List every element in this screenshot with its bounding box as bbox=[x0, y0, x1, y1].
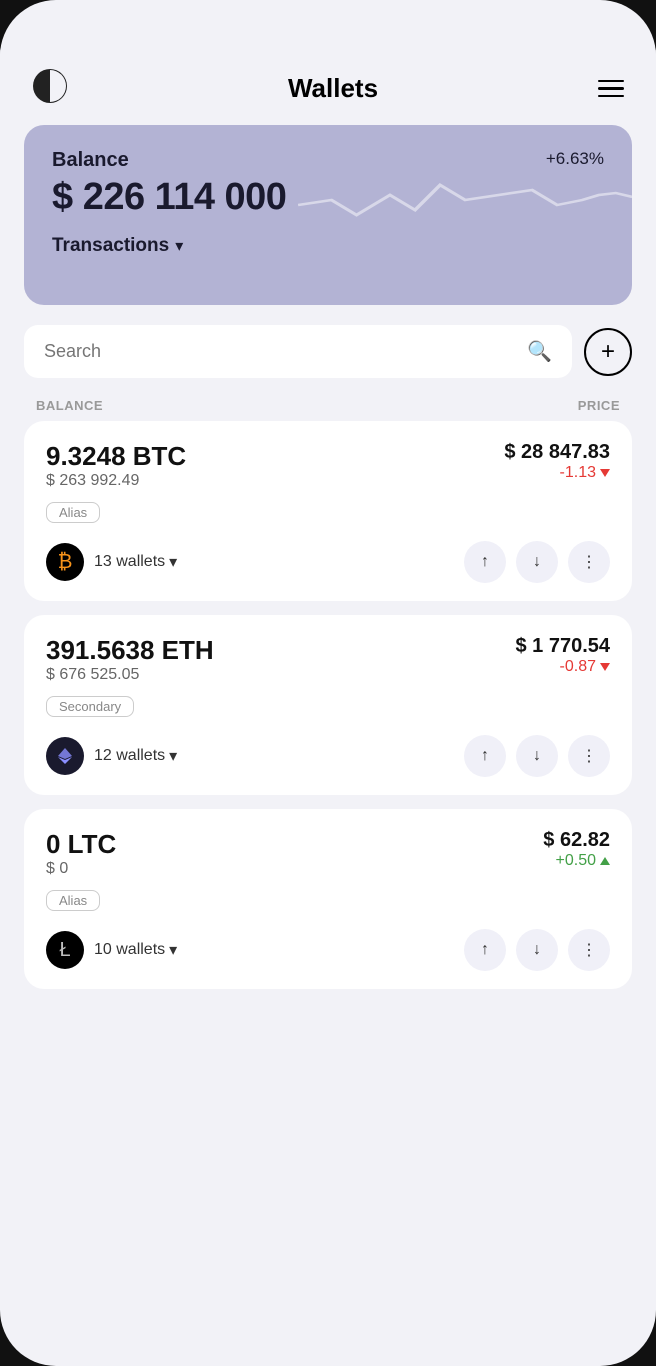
hamburger-menu-button[interactable] bbox=[598, 80, 624, 98]
chevron-down-icon: ▾ bbox=[169, 746, 177, 766]
ltc-action-buttons: ↑ ↓ ⋮ bbox=[464, 929, 610, 971]
btc-change: -1.13 bbox=[504, 464, 610, 482]
ltc-receive-button[interactable]: ↓ bbox=[516, 929, 558, 971]
ltc-balance-usd: $ 0 bbox=[46, 860, 116, 878]
ltc-price: $ 62.82 bbox=[543, 829, 610, 852]
balance-chart bbox=[298, 165, 632, 245]
ltc-alias-badge[interactable]: Alias bbox=[46, 890, 100, 911]
balance-label: Balance bbox=[52, 149, 129, 172]
chevron-down-icon: ▾ bbox=[175, 236, 183, 256]
ltc-change: +0.50 bbox=[543, 852, 610, 870]
btc-send-button[interactable]: ↑ bbox=[464, 541, 506, 583]
eth-action-buttons: ↑ ↓ ⋮ bbox=[464, 735, 610, 777]
crypto-list: 9.3248 BTC $ 263 992.49 $ 28 847.83 -1.1… bbox=[0, 421, 656, 1013]
btc-coin-info: ₿ 13 wallets ▾ bbox=[46, 543, 177, 581]
btc-icon: ₿ bbox=[46, 543, 84, 581]
ltc-wallets-count: 10 wallets ▾ bbox=[94, 940, 177, 960]
eth-more-button[interactable]: ⋮ bbox=[568, 735, 610, 777]
chevron-down-icon: ▾ bbox=[169, 940, 177, 960]
column-headers: BALANCE PRICE bbox=[0, 386, 656, 421]
search-icon: 🔍 bbox=[527, 339, 552, 364]
eth-alias-badge[interactable]: Secondary bbox=[46, 696, 134, 717]
balance-column-header: BALANCE bbox=[36, 398, 103, 413]
eth-icon bbox=[46, 737, 84, 775]
eth-balance-usd: $ 676 525.05 bbox=[46, 666, 214, 684]
add-wallet-button[interactable]: + bbox=[584, 328, 632, 376]
btc-price: $ 28 847.83 bbox=[504, 441, 610, 464]
btc-balance-amount: 9.3248 BTC bbox=[46, 441, 186, 472]
ltc-balance-amount: 0 LTC bbox=[46, 829, 116, 860]
down-arrow-icon bbox=[600, 663, 610, 671]
chevron-down-icon: ▾ bbox=[169, 552, 177, 572]
eth-change: -0.87 bbox=[515, 658, 610, 676]
app-container: Wallets Balance +6.63% $ 226 114 000 Tra… bbox=[0, 48, 656, 1013]
eth-receive-button[interactable]: ↓ bbox=[516, 735, 558, 777]
search-bar: 🔍 bbox=[24, 325, 572, 378]
eth-send-button[interactable]: ↑ bbox=[464, 735, 506, 777]
search-section: 🔍 + bbox=[0, 325, 656, 386]
crypto-card-btc: 9.3248 BTC $ 263 992.49 $ 28 847.83 -1.1… bbox=[24, 421, 632, 601]
phone-frame: Wallets Balance +6.63% $ 226 114 000 Tra… bbox=[0, 0, 656, 1366]
search-input[interactable] bbox=[44, 341, 517, 362]
btc-balance-usd: $ 263 992.49 bbox=[46, 472, 186, 490]
btc-wallets-count: 13 wallets ▾ bbox=[94, 552, 177, 572]
ltc-send-button[interactable]: ↑ bbox=[464, 929, 506, 971]
ltc-icon: Ł bbox=[46, 931, 84, 969]
eth-price: $ 1 770.54 bbox=[515, 635, 610, 658]
ltc-coin-info: Ł 10 wallets ▾ bbox=[46, 931, 177, 969]
btc-action-buttons: ↑ ↓ ⋮ bbox=[464, 541, 610, 583]
logo-icon bbox=[32, 68, 68, 109]
up-arrow-icon bbox=[600, 857, 610, 865]
page-title: Wallets bbox=[288, 73, 378, 104]
eth-wallets-count: 12 wallets ▾ bbox=[94, 746, 177, 766]
eth-coin-info: 12 wallets ▾ bbox=[46, 737, 177, 775]
ltc-more-button[interactable]: ⋮ bbox=[568, 929, 610, 971]
crypto-card-ltc: 0 LTC $ 0 $ 62.82 +0.50 Alias Ł bbox=[24, 809, 632, 989]
transactions-label: Transactions bbox=[52, 235, 169, 257]
btc-receive-button[interactable]: ↓ bbox=[516, 541, 558, 583]
btc-alias-badge[interactable]: Alias bbox=[46, 502, 100, 523]
price-column-header: PRICE bbox=[578, 398, 620, 413]
balance-card: Balance +6.63% $ 226 114 000 Transaction… bbox=[24, 125, 632, 305]
btc-more-button[interactable]: ⋮ bbox=[568, 541, 610, 583]
header: Wallets bbox=[0, 48, 656, 125]
crypto-card-eth: 391.5638 ETH $ 676 525.05 $ 1 770.54 -0.… bbox=[24, 615, 632, 795]
eth-balance-amount: 391.5638 ETH bbox=[46, 635, 214, 666]
down-arrow-icon bbox=[600, 469, 610, 477]
